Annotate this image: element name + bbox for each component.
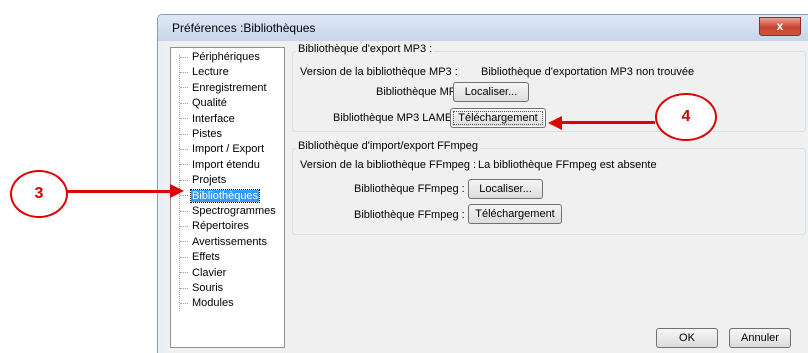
tree-item-label: Bibliothèques [189, 188, 261, 203]
ffmpeg-group-title: Bibliothèque d'import/export FFmpeg [296, 140, 481, 152]
mp3-group-title: Bibliothèque d'export MP3 : [296, 43, 435, 55]
tree-connector-dots [180, 179, 188, 181]
ffmpeg-locate-button[interactable]: Localiser... [468, 179, 543, 199]
ok-button[interactable]: OK [656, 328, 718, 348]
tree-connector-dots [180, 133, 188, 135]
tree-connector-dots [180, 56, 188, 58]
window-title: Préférences :Bibliothèques [172, 21, 316, 35]
tree-connector-dots [180, 225, 188, 227]
mp3-version-value: Bibliothèque d'exportation MP3 non trouv… [481, 66, 695, 78]
tree-item-label: Projets [192, 174, 227, 187]
ffmpeg-lib-label-1: Bibliothèque FFmpeg : [354, 183, 465, 195]
tree-item-label: Pistes [192, 128, 222, 140]
tree-item-biblioth-ques[interactable]: Bibliothèques [180, 188, 261, 204]
tree-connector-dots [180, 287, 188, 289]
mp3-locate-button[interactable]: Localiser... [453, 82, 529, 102]
tree-item-interface[interactable]: Interface [180, 112, 236, 127]
tree-connector-dots [180, 256, 188, 258]
tree-item-souris[interactable]: Souris [180, 281, 224, 296]
annotation-arrow-4-line [561, 121, 655, 124]
tree-connector-dots [180, 71, 188, 73]
tree-connector-dots [180, 210, 188, 212]
tree-connector-dots [180, 148, 188, 150]
title-bar: Préférences :Bibliothèques x [158, 15, 808, 41]
tree-item-effets[interactable]: Effets [180, 250, 221, 265]
tree-item-label: Modules [192, 297, 234, 310]
tree-item-label: Interface [192, 112, 235, 125]
tree-item-projets[interactable]: Projets [180, 173, 227, 188]
tree-item-modules[interactable]: Modules [180, 296, 235, 311]
tree-item-label: Import étendu [192, 158, 260, 171]
annotation-arrow-3-head [170, 184, 184, 198]
mp3-lame-label: Bibliothèque MP3 LAME : [333, 112, 459, 124]
annotation-circle-4: 4 [655, 93, 717, 141]
tree-item-pistes[interactable]: Pistes [180, 127, 223, 142]
tree-item-label: Avertissements [192, 235, 267, 248]
annotation-arrow-3-line [66, 190, 170, 193]
tree-item-clavier[interactable]: Clavier [180, 266, 227, 281]
annotation-arrow-4-head [548, 116, 562, 130]
tree-item-qualit[interactable]: Qualité [180, 96, 228, 111]
tree-connector-dots [180, 102, 188, 104]
tree-item-import-export[interactable]: Import / Export [180, 142, 265, 157]
ffmpeg-download-button[interactable]: Téléchargement [468, 204, 562, 224]
cancel-button[interactable]: Annuler [729, 328, 791, 348]
tree-item-p-riph-riques[interactable]: Périphériques [180, 50, 261, 65]
preferences-tree: Périphériques Lecture Enregistrement Qualit… [170, 47, 285, 348]
tree-item-label: Enregistrement [192, 81, 267, 94]
tree-item-label: Effets [192, 251, 220, 264]
tree-connector-dots [180, 164, 188, 166]
preferences-dialog: Préférences :Bibliothèques x Périphériqu… [157, 14, 808, 353]
ffmpeg-version-label: Version de la bibliothèque FFmpeg : [300, 159, 477, 171]
tree-item-label: Lecture [192, 66, 229, 79]
tree-item-import-tendu[interactable]: Import étendu [180, 158, 261, 173]
tree-connector-dots [180, 118, 188, 120]
annotation-circle-3: 3 [10, 170, 68, 218]
tree-item-label: Souris [192, 282, 224, 294]
tree-item-avertissements[interactable]: Avertissements [180, 235, 268, 250]
tree-item-r-pertoires[interactable]: Répertoires [180, 219, 250, 234]
tree-item-enregistrement[interactable]: Enregistrement [180, 81, 268, 96]
tree-connector-dots [180, 302, 188, 304]
tree-item-label: Qualité [192, 97, 227, 110]
tree-item-label: Périphériques [192, 51, 260, 63]
tree-connector-dots [180, 241, 188, 243]
tree-item-label: Spectrogrammes [192, 205, 276, 217]
tree-connector-dots [180, 87, 188, 89]
tree-item-label: Clavier [192, 266, 227, 279]
close-button[interactable]: x [759, 17, 801, 36]
ffmpeg-lib-label-2: Bibliothèque FFmpeg : [354, 209, 465, 221]
tree-item-label: Répertoires [192, 220, 249, 233]
tree-item-label: Import / Export [192, 143, 265, 156]
mp3-download-button[interactable]: Téléchargement [450, 108, 546, 128]
tree-connector-dots [180, 272, 188, 274]
ffmpeg-version-value: La bibliothèque FFmpeg est absente [478, 159, 657, 171]
mp3-version-label: Version de la bibliothèque MP3 : [300, 66, 458, 78]
tree-item-lecture[interactable]: Lecture [180, 65, 230, 80]
tree-item-spectrogrammes[interactable]: Spectrogrammes [180, 204, 277, 219]
